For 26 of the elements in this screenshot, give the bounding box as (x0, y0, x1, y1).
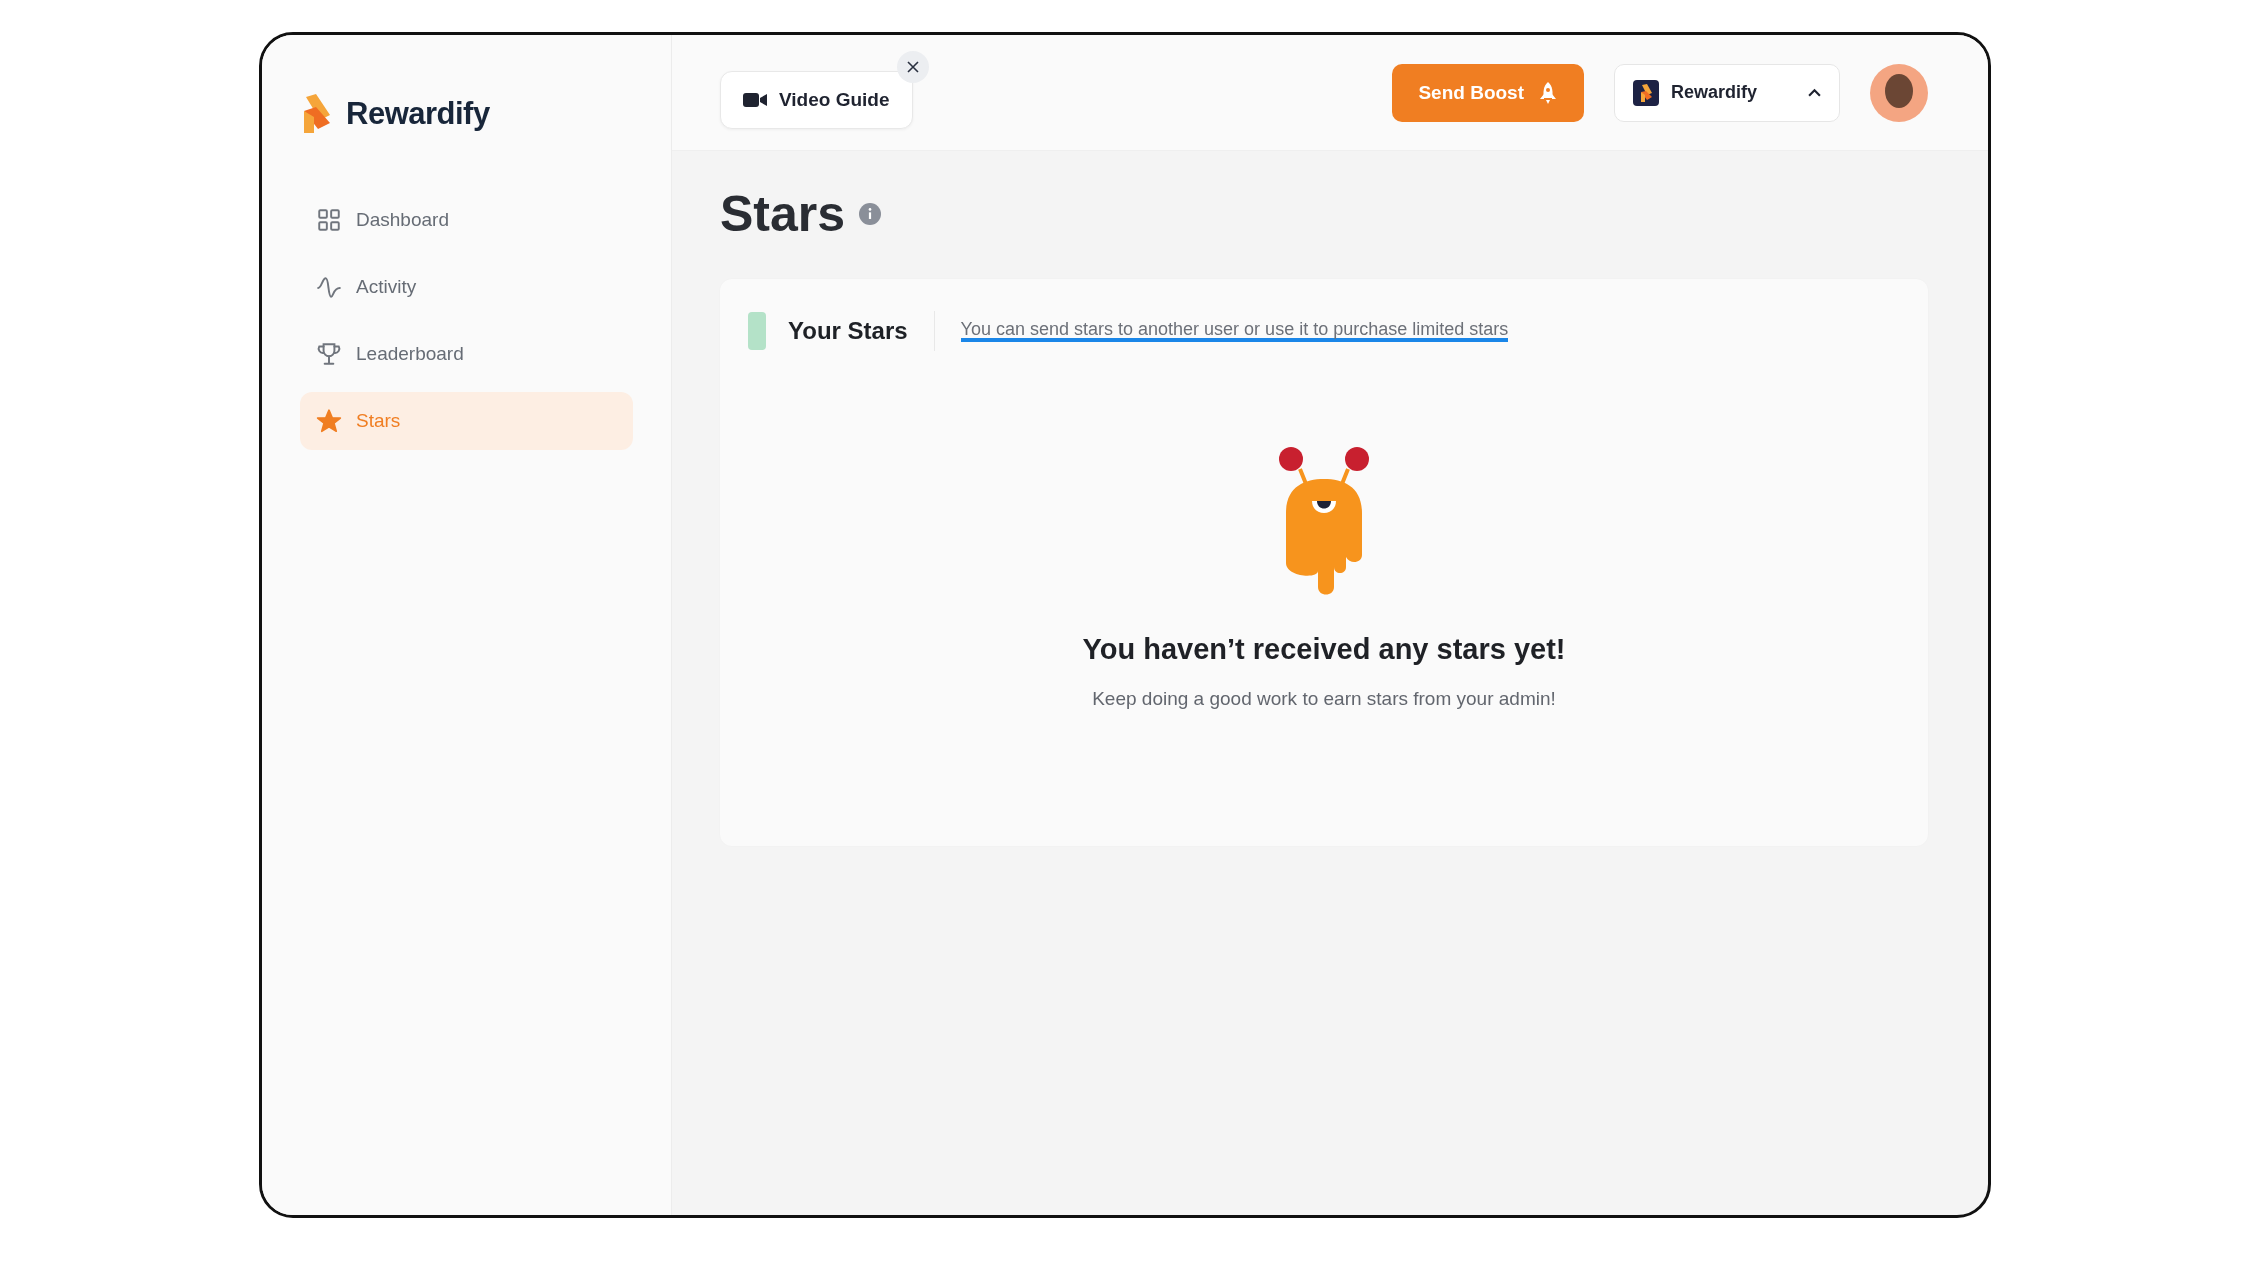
brand-name: Rewardify (346, 96, 490, 132)
star-icon (316, 408, 342, 434)
video-guide-button[interactable]: Video Guide (720, 70, 913, 129)
empty-state-message: Keep doing a good work to earn stars from your admin! (1092, 688, 1556, 710)
avatar[interactable] (1870, 63, 1928, 122)
logo-icon (302, 93, 332, 135)
video-camera-icon (743, 90, 767, 109)
caret-icon (1808, 88, 1821, 97)
sidebar-item[interactable]: Activity (300, 258, 633, 316)
logo-icon (1633, 79, 1659, 106)
activity-icon (316, 274, 342, 300)
page-title: Stars (720, 185, 846, 243)
rocket-icon (1538, 80, 1558, 105)
card-title: Your Stars (788, 317, 908, 345)
close-icon (906, 60, 919, 73)
close-button[interactable] (896, 50, 929, 83)
grid-icon (316, 207, 342, 233)
workspace-selector[interactable]: Rewardify (1614, 63, 1840, 122)
accent-bar (748, 312, 766, 350)
trophy-icon (316, 341, 342, 367)
empty-state-title: You haven’t received any stars yet! (1082, 633, 1566, 666)
sidebar-item[interactable]: Leaderboard (300, 325, 633, 383)
info-icon[interactable] (859, 203, 882, 225)
send-boost-button[interactable]: Send Boost (1392, 63, 1584, 122)
sidebar-item[interactable]: Dashboard (300, 191, 633, 249)
hint-link[interactable]: You can send stars to another user or use it to purchase limited stars (960, 320, 1509, 342)
